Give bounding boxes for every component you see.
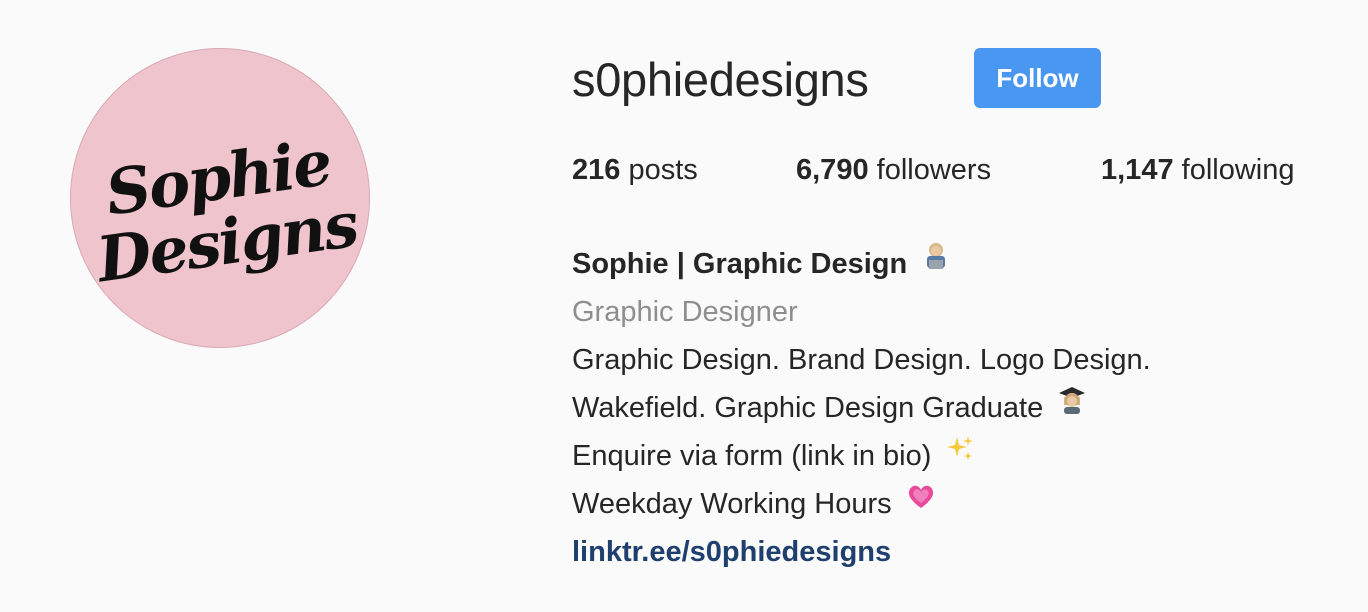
bio-category: Graphic Designer xyxy=(572,296,798,328)
bio-name-line: Sophie | Graphic Design xyxy=(572,240,1151,288)
posts-stat[interactable]: 216 posts xyxy=(572,154,698,187)
bio-line-4-row: Weekday Working Hours xyxy=(572,480,1151,528)
profile-bio: Sophie | Graphic Design Graphic Designer… xyxy=(572,240,1151,576)
username: s0phiedesigns xyxy=(572,53,869,106)
following-label: following xyxy=(1181,154,1295,186)
sparkles-icon xyxy=(945,430,975,478)
bio-line-2-row: Wakefield. Graphic Design Graduate xyxy=(572,384,1151,432)
profile-avatar[interactable]: Sophie Designs xyxy=(70,48,370,348)
bio-link-row: linktr.ee/s0phiedesigns xyxy=(572,528,1151,576)
bio-name: Sophie | Graphic Design xyxy=(572,248,908,280)
followers-count: 6,790 xyxy=(796,154,869,186)
bio-line-3: Enquire via form (link in bio) xyxy=(572,440,932,472)
bio-line-2: Wakefield. Graphic Design Graduate xyxy=(572,392,1044,424)
posts-count: 216 xyxy=(572,154,621,186)
bio-line-1: Graphic Design. Brand Design. Logo Desig… xyxy=(572,344,1151,376)
technologist-woman-icon xyxy=(921,238,951,286)
follow-button[interactable]: Follow xyxy=(974,48,1101,108)
following-count: 1,147 xyxy=(1101,154,1174,186)
bio-link[interactable]: linktr.ee/s0phiedesigns xyxy=(572,536,891,568)
bio-line-3-row: Enquire via form (link in bio) xyxy=(572,432,1151,480)
growing-heart-icon xyxy=(906,478,936,526)
followers-label: followers xyxy=(876,154,992,186)
sophie-designs-logo-icon: Sophie Designs xyxy=(91,126,363,297)
followers-stat[interactable]: 6,790 followers xyxy=(796,154,991,187)
graduate-woman-icon xyxy=(1057,382,1087,430)
bio-line-4: Weekday Working Hours xyxy=(572,488,892,520)
posts-label: posts xyxy=(628,154,698,186)
profile-header: Sophie Designs s0phiedesigns Follow 216 … xyxy=(0,0,1368,612)
following-stat[interactable]: 1,147 following xyxy=(1101,154,1294,187)
